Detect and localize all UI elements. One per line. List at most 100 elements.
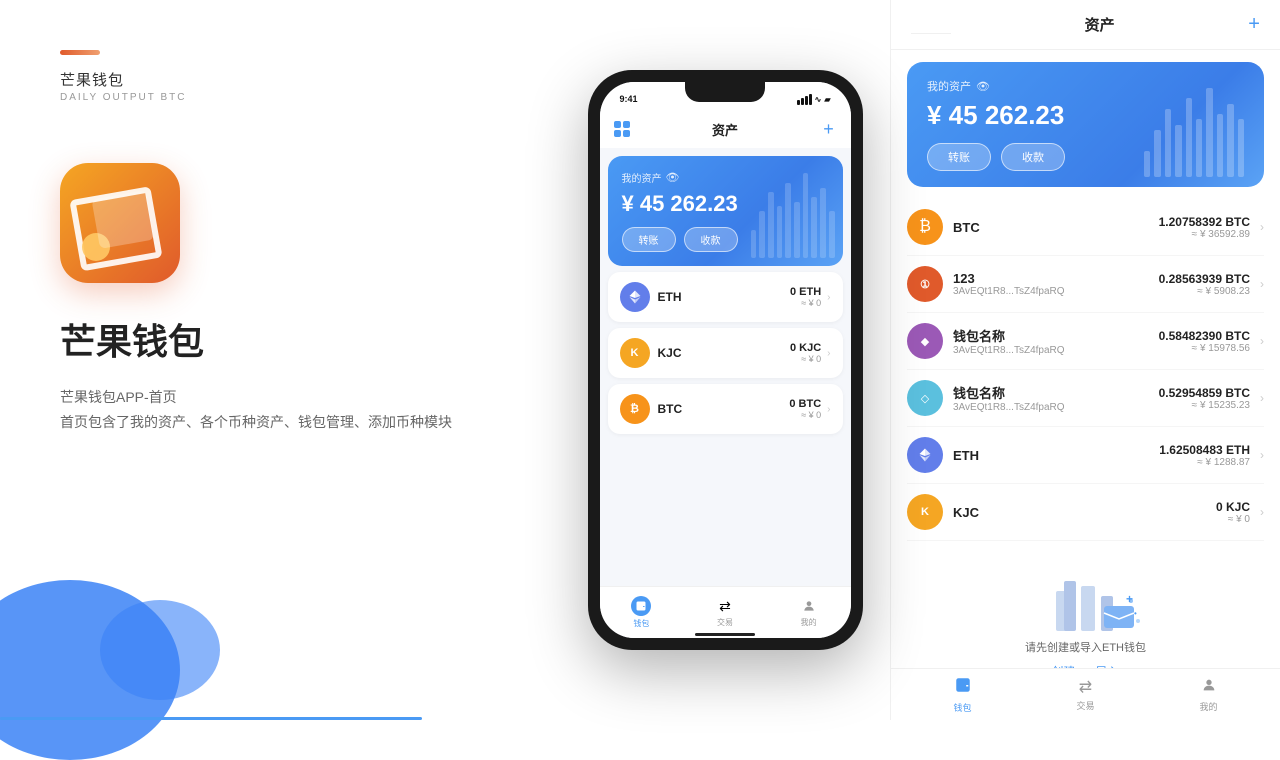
right-transfer-button[interactable]: 转账 [927,143,991,171]
right-eth-name: ETH [953,448,1149,463]
btc-name: BTC [658,402,683,416]
phone-coin-kjc[interactable]: K KJC 0 KJC ≈ ¥ 0 › [608,328,843,378]
right-btc-icon: ₿ [907,209,943,245]
right-card-chart [1134,62,1254,187]
brand-description: 芒果钱包APP-首页 首页包含了我的资产、各个币种资产、钱包管理、添加币种模块 [60,385,500,435]
right-btc-amount: 1.20758392 BTC [1159,215,1250,229]
right-123-name: 123 [953,271,1149,286]
nav-wallet[interactable]: 钱包 [600,592,684,633]
kjc-amount: 0 KJC [790,342,821,354]
right-nav-profile[interactable]: 我的 [1147,677,1270,713]
right-btc-name: BTC [953,220,1149,235]
phone-coin-btc[interactable]: ₿ BTC 0 BTC ≈ ¥ 0 › [608,384,843,434]
phone-receive-button[interactable]: 收款 [684,227,738,252]
phone-notch [685,82,765,102]
right-123-amount: 0.28563939 BTC [1159,272,1250,286]
right-btc-cny: ≈ ¥ 36592.89 [1159,229,1250,240]
phone-screen: 9:41 ∿ ▰ 资产 + [600,82,851,638]
right-wallet1-chevron: › [1260,334,1264,348]
right-coin-123[interactable]: ① 123 3AvEQt1R8...TsZ4fpaRQ 0.28563939 B… [907,256,1264,313]
eye-icon[interactable]: 👁 [666,171,680,184]
menu-icon[interactable] [614,121,630,137]
brand-subtitle: DAILY OUTPUT BTC [60,92,500,103]
signal-icon [797,94,812,105]
right-trade-nav-label: 交易 [1076,699,1094,712]
right-bottom-nav: 钱包 ⇄ 交易 我的 [891,668,1280,720]
right-btc-chevron: › [1260,220,1264,234]
status-right: ∿ ▰ [797,94,831,105]
kjc-name: KJC [658,346,682,360]
right-kjc-name: KJC [953,505,1206,520]
right-wallet1-icon: ◆ [907,323,943,359]
right-kjc-chevron: › [1260,505,1264,519]
right-receive-button[interactable]: 收款 [1001,143,1065,171]
profile-nav-icon [800,597,818,615]
right-nav-trade[interactable]: ⇄ 交易 [1024,677,1147,712]
right-wallet2-chevron: › [1260,391,1264,405]
right-123-chevron: › [1260,277,1264,291]
phone-time: 9:41 [620,94,638,104]
nav-wallet-label: 钱包 [633,618,649,629]
phone-page-title: 资产 [712,120,738,139]
right-panel: 资产 + 我的资产 👁 ¥ 45 262.23 转账 收款 ₿ BTC 1.20… [890,0,1280,720]
phone-transfer-button[interactable]: 转账 [622,227,676,252]
right-wallet1-cny: ≈ ¥ 15978.56 [1159,343,1250,354]
eth-cny: ≈ ¥ 0 [790,298,821,308]
home-indicator [695,633,755,636]
right-add-button[interactable]: + [1248,13,1260,36]
right-asset-card: 我的资产 👁 ¥ 45 262.23 转账 收款 [907,62,1264,187]
right-kjc-amount: 0 KJC [1216,500,1250,514]
btc-icon: ₿ [620,394,650,424]
kjc-arrow: › [827,348,830,359]
right-123-cny: ≈ ¥ 5908.23 [1159,286,1250,297]
phone-mockup: 9:41 ∿ ▰ 资产 + [588,70,863,650]
brand-name-small: 芒果钱包 [60,69,500,90]
right-eth-amount: 1.62508483 ETH [1159,443,1250,457]
nav-trade[interactable]: ⇄ 交易 [683,593,767,632]
right-wallet-nav-icon [954,676,972,699]
right-eye-icon[interactable]: 👁 [976,80,990,93]
eth-prompt-illustration: + • [1046,561,1126,631]
right-coin-kjc[interactable]: K KJC 0 KJC ≈ ¥ 0 › [907,484,1264,541]
nav-profile[interactable]: 我的 [767,593,851,632]
phone-content: 我的资产 👁 ¥ 45 262.23 转账 收款 [600,148,851,586]
right-coin-wallet1[interactable]: ◆ 钱包名称 3AvEQt1R8...TsZ4fpaRQ 0.58482390 … [907,313,1264,370]
phone-section: 9:41 ∿ ▰ 资产 + [560,0,890,720]
wallet-nav-icon [631,596,651,616]
phone-coin-eth[interactable]: ETH 0 ETH ≈ ¥ 0 › [608,272,843,322]
right-menu-icon[interactable] [911,16,951,34]
right-coin-btc[interactable]: ₿ BTC 1.20758392 BTC ≈ ¥ 36592.89 › [907,199,1264,256]
right-coin-eth[interactable]: ETH 1.62508483 ETH ≈ ¥ 1288.87 › [907,427,1264,484]
right-wallet2-name: 钱包名称 [953,383,1149,402]
right-wallet1-amount: 0.58482390 BTC [1159,329,1250,343]
right-wallet2-cny: ≈ ¥ 15235.23 [1159,400,1250,411]
phone-header: 资产 + [600,110,851,148]
blue-blob-2 [100,600,220,700]
right-wallet-nav-label: 钱包 [953,701,971,714]
right-coin-wallet2[interactable]: ◇ 钱包名称 3AvEQt1R8...TsZ4fpaRQ 0.52954859 … [907,370,1264,427]
eth-icon [620,282,650,312]
right-header: 资产 + [891,0,1280,50]
right-profile-nav-label: 我的 [1199,700,1217,713]
eth-name: ETH [658,290,682,304]
right-eth-cny: ≈ ¥ 1288.87 [1159,457,1250,468]
right-trade-nav-icon: ⇄ [1079,677,1092,697]
right-coin-list: ₿ BTC 1.20758392 BTC ≈ ¥ 36592.89 › ① 12… [891,199,1280,668]
eth-arrow: › [827,292,830,303]
wifi-icon: ∿ [815,95,822,104]
nav-profile-label: 我的 [801,617,817,628]
add-coin-button[interactable]: + [820,121,836,137]
svg-text:+: + [1126,592,1133,606]
right-nav-wallet[interactable]: 钱包 [901,676,1024,714]
svg-text:•: • [1134,609,1137,618]
accent-line [60,50,100,55]
btc-arrow: › [827,404,830,415]
right-kjc-cny: ≈ ¥ 0 [1216,514,1250,525]
kjc-icon: K [620,338,650,368]
right-eth-chevron: › [1260,448,1264,462]
kjc-cny: ≈ ¥ 0 [790,354,821,364]
eth-wallet-prompt: + • 请先创建或导入ETH钱包 创建 导入 [923,551,1248,668]
icon-circle [82,233,110,261]
card-bg-chart [743,156,843,266]
right-wallet1-name: 钱包名称 [953,326,1149,345]
